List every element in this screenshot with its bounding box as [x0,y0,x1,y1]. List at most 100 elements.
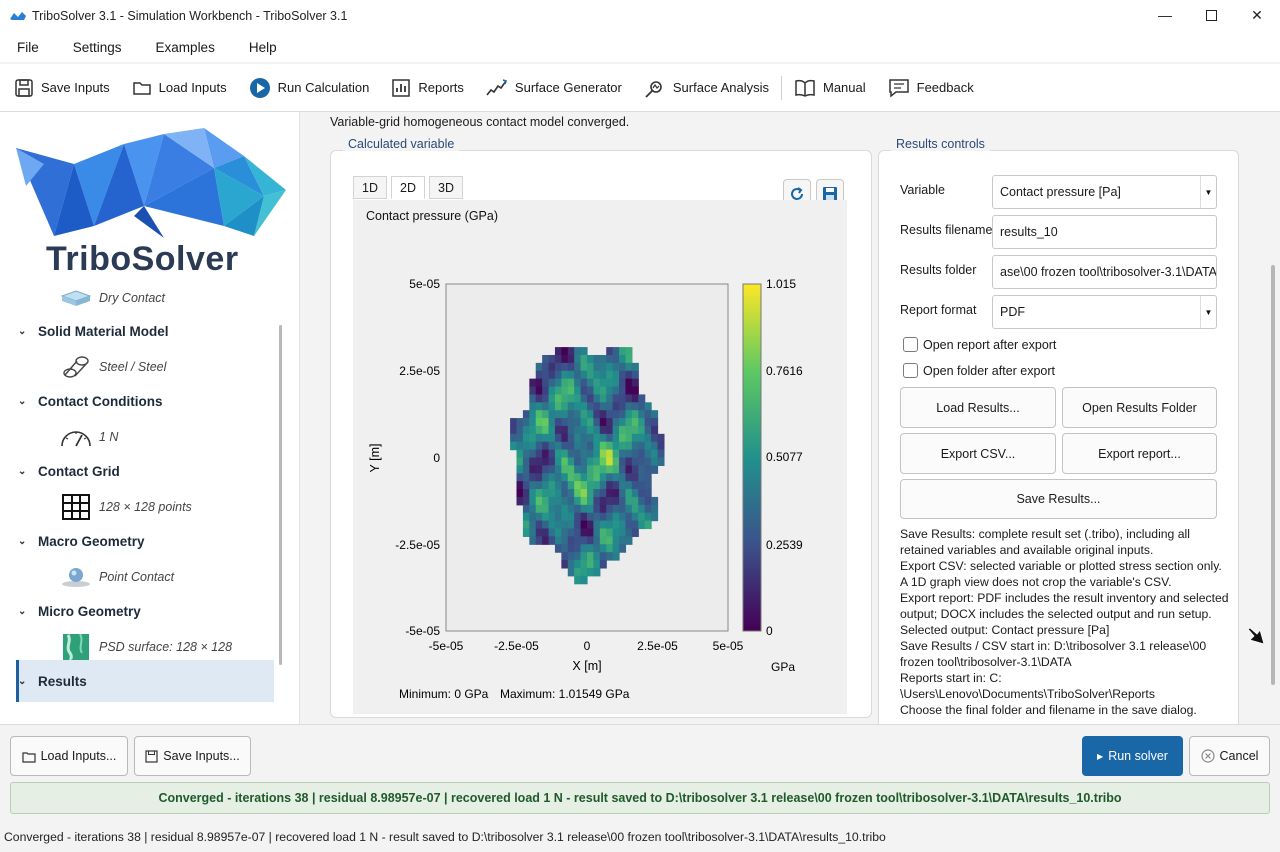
heatmap-cell [554,489,562,498]
tab-1d[interactable]: 1D [353,176,387,199]
menu-settings[interactable]: Settings [56,40,139,55]
menu-examples[interactable]: Examples [139,40,232,55]
save-inputs-tool[interactable]: Save Inputs [14,78,110,98]
heatmap-cell [535,528,543,537]
tab-3d[interactable]: 3D [429,176,463,199]
minimize-button[interactable]: — [1142,0,1188,30]
export-csv-button[interactable]: Export CSV... [900,433,1056,474]
surface-analysis-tool[interactable]: Surface Analysis [644,78,769,98]
contact-conditions-value[interactable]: 1 N [60,423,118,451]
x-tick-label: -5e-05 [429,639,464,653]
heatmap-cell [593,449,601,459]
heatmap-cell [567,362,575,372]
heatmap-cell [580,425,588,435]
run-solver-button[interactable]: ▶ Run solver [1082,736,1183,776]
open-report-checkbox[interactable]: Open report after export [903,337,1056,352]
save-icon [145,749,158,763]
heatmap-cell [593,394,601,403]
results-folder-input[interactable]: ase\00 frozen tool\tribosolver-3.1\DATA [992,255,1217,289]
manual-tool[interactable]: Manual [794,78,866,98]
heatmap-cell [574,504,582,514]
heatmap-cell [535,457,543,466]
close-button[interactable]: ✕ [1234,0,1280,30]
tab-2d[interactable]: 2D [391,176,425,199]
heatmap-cell [612,402,620,411]
tree-solid-material-model[interactable]: ⌄ Solid Material Model [16,324,169,339]
lubrication-value[interactable]: Dry Contact [60,284,165,312]
run-calculation-tool[interactable]: Run Calculation [249,77,369,99]
heatmap-cell [619,465,627,474]
menu-file[interactable]: File [0,40,56,55]
feedback-tool[interactable]: Feedback [888,78,974,98]
heatmap-cell [599,378,607,388]
heatmap-cell [542,402,550,411]
tree-contact-conditions[interactable]: ⌄ Contact Conditions [16,394,163,409]
main-scrollbar[interactable] [1271,265,1275,685]
heatmap-cell [612,496,620,506]
surface-generator-tool[interactable]: Surface Generator [486,78,622,98]
menu-help[interactable]: Help [232,40,294,55]
heatmap-cell [548,433,556,443]
heatmap-cell [625,520,633,530]
heatmap-cell [593,536,601,545]
heatmap-cell [580,465,588,474]
heatmap-cell [535,425,543,435]
heatmap-cell [580,386,588,396]
bottom-bar: Load Inputs... Save Inputs... ▶ Run solv… [0,724,1280,852]
heatmap-cell [612,354,620,364]
heatmap-cell [535,394,543,403]
load-inputs-tool[interactable]: Load Inputs [132,78,227,98]
heatmap-cell [567,386,575,396]
heatmap-cell [631,402,639,411]
heatmap-cell [619,457,627,466]
heatmap-cell [580,402,588,411]
heatmap-cell [542,528,550,537]
report-format-select[interactable]: PDF ▼ [992,295,1217,329]
save-icon [15,78,33,97]
maximize-button[interactable] [1188,0,1234,30]
point-contact-icon [60,563,92,591]
open-results-folder-button[interactable]: Open Results Folder [1062,387,1217,428]
save-results-button[interactable]: Save Results... [900,479,1217,519]
tree-macro-geometry[interactable]: ⌄ Macro Geometry [16,534,145,549]
heatmap-cell [522,481,530,490]
heatmap-cell [548,370,556,380]
heatmap-cell [599,362,607,372]
open-folder-checkbox[interactable]: Open folder after export [903,363,1055,378]
heatmap-cell [606,520,614,530]
heatmap-cell [619,378,627,388]
heatmap-cell [542,465,550,474]
solid-material-value[interactable]: Steel / Steel [60,353,166,381]
heatmap-cell [644,512,652,522]
heatmap-cell [625,378,633,388]
heatmap-cell [535,481,543,490]
tree-micro-geometry[interactable]: ⌄ Micro Geometry [16,604,141,619]
checkbox-box[interactable] [903,337,918,352]
checkbox-box[interactable] [903,363,918,378]
heatmap-cell [561,504,569,514]
heatmap-cell [651,449,659,459]
heatmap-cell [522,504,530,514]
save-inputs-button[interactable]: Save Inputs... [134,736,251,776]
load-inputs-button[interactable]: Load Inputs... [10,736,128,776]
tree-results[interactable]: ⌄ Results [16,674,87,689]
heatmap-cell [644,449,652,459]
heatmap-cell [599,528,607,537]
contact-grid-value[interactable]: 128 × 128 points [60,493,192,521]
heatmap-cell [548,457,556,466]
heatmap-chart: Contact pressure (GPa) -5e-05 -2.5e-05 0… [366,209,803,701]
tree-contact-grid[interactable]: ⌄ Contact Grid [16,464,120,479]
variable-select[interactable]: Contact pressure [Pa] ▼ [992,175,1217,209]
heatmap-cell [638,496,646,506]
reports-tool[interactable]: Reports [391,78,464,98]
export-report-button[interactable]: Export report... [1062,433,1217,474]
macro-geometry-value[interactable]: Point Contact [60,563,174,591]
cancel-button[interactable]: Cancel [1189,736,1270,776]
load-results-button[interactable]: Load Results... [900,387,1056,428]
heatmap-cell [593,457,601,466]
sidebar-scrollbar[interactable] [279,325,282,665]
micro-geometry-value[interactable]: PSD surface: 128 × 128 [60,633,232,661]
results-filename-input[interactable]: results_10 [992,215,1217,249]
heatmap-cell [567,441,575,451]
heatmap-cell [625,362,633,372]
